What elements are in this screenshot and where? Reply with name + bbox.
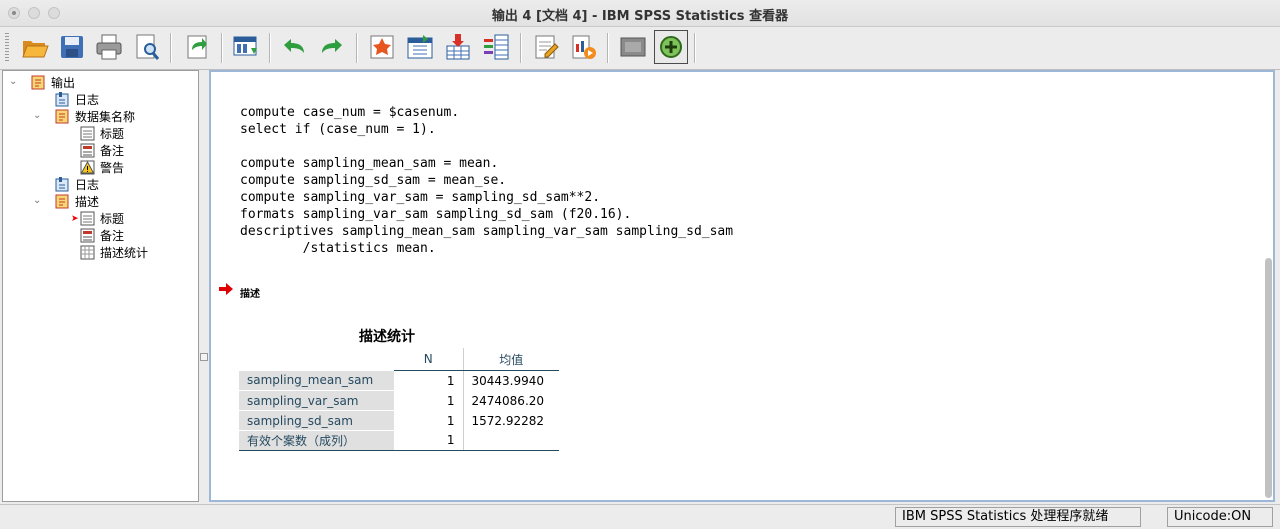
toolbar-separator [269,33,271,63]
goto-case-icon[interactable] [366,31,398,63]
descriptive-statistics-table[interactable]: N 均值 sampling_mean_sam 1 30443.9940 samp… [239,348,559,451]
insert-variable-icon[interactable] [442,31,474,63]
designate-window-icon[interactable] [654,30,688,64]
cell-n: 1 [446,373,455,388]
outline-node-notes[interactable]: 备注 [80,142,124,159]
cell-n: 1 [394,430,463,451]
outline-node-title[interactable]: 标题 [80,210,124,227]
row-label: sampling_var_sam [239,390,394,411]
toolbar-separator [520,33,522,63]
warning-icon [80,160,95,175]
outline-node-label: 警告 [100,161,125,175]
chevron-down-icon[interactable]: ⌄ [33,196,43,206]
table-row: sampling_var_sam 1 2474086.20 [239,390,559,411]
outline-node-label: 日志 [75,93,100,107]
outline-node-descriptives[interactable]: 描述 [55,193,99,210]
toolbar-separator [170,33,172,63]
table-corner-cell [239,348,394,371]
window-title: 输出 4 [文档 4] - IBM SPSS Statistics 查看器 [491,9,789,24]
cell-mean: 1572.92282 [462,410,559,431]
cell-n: 1 [446,413,455,428]
vertical-scrollbar[interactable] [1264,72,1273,500]
outline-pane: ⌄ 输出 日志 ⌄ 数据集名称 标题 备注 警告 日志 ⌄ 描述 ➤ 标题 备注 [2,70,199,502]
content-pane: compute case_num = $casenum. select if (… [209,70,1275,502]
outline-node-label: 标题 [100,127,125,141]
outline-node-label: 备注 [100,144,125,158]
goto-variable-icon[interactable] [404,31,436,63]
insert-heading-icon[interactable] [530,31,562,63]
export-icon[interactable] [181,31,213,63]
print-preview-icon[interactable] [131,31,163,63]
cell-n: 1 [446,393,455,408]
output-book-icon [31,75,45,90]
redo-icon[interactable] [316,31,348,63]
chevron-down-icon[interactable]: ⌄ [9,77,19,87]
outline-node-label: 数据集名称 [75,110,136,124]
outline-node-title[interactable]: 标题 [80,125,124,142]
toolbar-separator [694,33,696,63]
toolbar [0,27,1280,70]
row-label: sampling_mean_sam [239,370,394,391]
chevron-down-icon[interactable]: ⌄ [33,111,43,121]
cell-mean: 30443.9940 [462,370,559,391]
undo-icon[interactable] [278,31,310,63]
table-icon [80,245,95,260]
cell-mean: 2474086.20 [462,390,559,411]
open-folder-icon[interactable] [19,31,51,63]
outline-node-warnings[interactable]: 警告 [80,159,124,176]
procedure-book-icon [55,109,69,124]
current-item-arrow-icon [219,283,233,295]
title-bar: 输出 4 [文档 4] - IBM SPSS Statistics 查看器 [0,0,1280,27]
goto-data-icon[interactable] [230,31,262,63]
table-row: 有效个案数（成列） 1 [239,430,559,451]
outline-node-log[interactable]: 日志 [55,91,99,108]
toolbar-separator [221,33,223,63]
outline-node-dataset-name[interactable]: 数据集名称 [55,108,135,125]
hide-icon[interactable] [617,31,649,63]
outline-node-label: 备注 [100,229,125,243]
toolbar-grip[interactable] [5,33,9,63]
outline-node-log[interactable]: 日志 [55,176,99,193]
title-icon [80,126,95,141]
table-title: 描述统计 [359,329,415,345]
toolbar-separator [607,33,609,63]
cell-mean [462,430,559,451]
scrollbar-thumb[interactable] [1265,258,1272,498]
notes-icon [80,143,95,158]
table-row: sampling_sd_sam 1 1572.92282 [239,410,559,431]
save-icon[interactable] [56,31,88,63]
section-heading[interactable]: 描述 [240,285,260,300]
outline-node-label: 描述 [75,195,100,209]
notes-icon [80,228,95,243]
print-icon[interactable] [93,31,125,63]
outline-node-label: 描述统计 [100,246,149,260]
column-header-mean: 均值 [462,348,559,371]
outline-node-notes[interactable]: 备注 [80,227,124,244]
column-header-n: N [394,348,463,371]
row-label: 有效个案数（成列） [239,430,394,451]
outline-node-output[interactable]: 输出 [31,74,75,91]
pane-splitter[interactable] [199,70,209,502]
row-label: sampling_sd_sam [239,410,394,431]
outline-node-label: 标题 [100,212,125,226]
status-bar: IBM SPSS Statistics 处理程序就绪 Unicode:ON [0,504,1280,529]
syntax-log-text: compute case_num = $casenum. select if (… [240,105,734,256]
table-row: sampling_mean_sam 1 30443.9940 [239,370,559,391]
variable-sets-icon[interactable] [480,31,512,63]
status-unicode: Unicode:ON [1167,507,1273,527]
status-processor: IBM SPSS Statistics 处理程序就绪 [895,507,1141,527]
outline-node-label: 输出 [51,76,76,90]
current-item-arrow-icon: ➤ [71,214,79,224]
toolbar-separator [356,33,358,63]
outline-node-label: 日志 [75,178,100,192]
procedure-book-icon [55,194,69,209]
splitter-handle[interactable] [200,353,208,361]
log-icon [55,177,69,192]
insert-chart-icon[interactable] [567,31,599,63]
outline-node-descriptive-statistics[interactable]: 描述统计 [80,244,148,261]
log-icon [55,92,69,107]
title-icon [80,211,95,226]
